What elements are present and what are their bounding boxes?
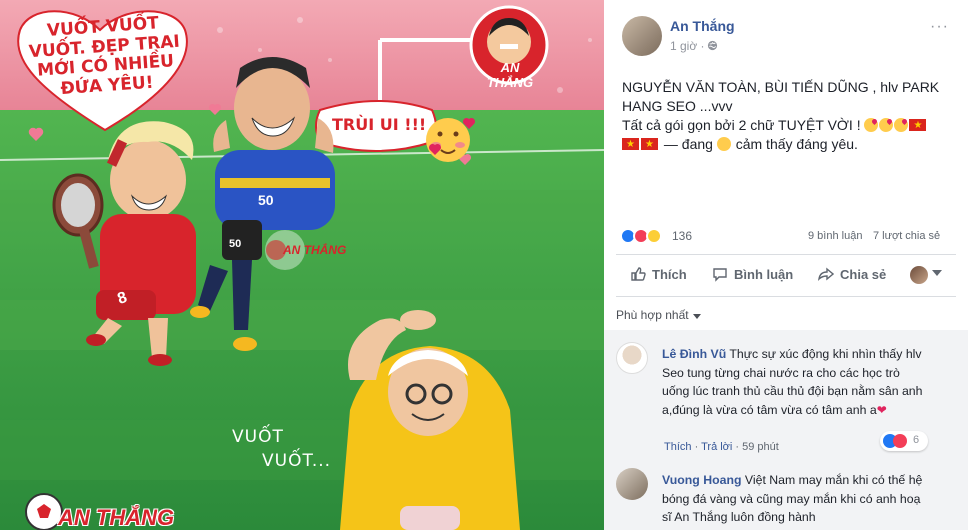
- more-options-icon[interactable]: ···: [930, 18, 949, 36]
- vietnam-flag-icon: [909, 116, 927, 135]
- feeling-line: — đang cảm thấy đáng yêu.: [622, 135, 958, 154]
- post-panel: An Thắng 1 giờ · ··· NGUYỄN VĂN TOÀN, BÙ…: [604, 0, 968, 530]
- artist-badge-text: AN THẮNG: [486, 60, 534, 90]
- hugging-emoji-icon: [716, 137, 731, 151]
- vuot-caption-line1: VUỐT: [232, 427, 284, 447]
- comment-body: Vuong Hoang Việt Nam may mắn khi có thế …: [662, 471, 932, 527]
- comment-avatar[interactable]: [616, 342, 648, 374]
- vuot-caption-line2: VUỐT...: [262, 451, 332, 471]
- comment-time[interactable]: 59 phút: [742, 441, 779, 453]
- divider: [616, 254, 956, 255]
- globe-icon: [707, 40, 718, 51]
- comment-like-link[interactable]: Thích: [664, 441, 692, 453]
- facebook-photo-viewer: VUỐT VUỐT VUỐT. ĐẸP TRAI MỚI CÓ NHIỀU ĐỨ…: [0, 0, 968, 530]
- comment-reaction-count: 6: [913, 434, 920, 446]
- reaction-count[interactable]: 136: [672, 229, 692, 243]
- love-reaction-icon: [893, 434, 907, 448]
- like-button[interactable]: Thích: [630, 266, 687, 282]
- logo-text: AN THẮNG: [58, 505, 175, 530]
- comment-button-label: Bình luận: [734, 267, 794, 282]
- divider: [616, 296, 956, 297]
- share-icon: [818, 267, 834, 281]
- cartoon-photo[interactable]: VUỐT VUỐT VUỐT. ĐẸP TRAI MỚI CÓ NHIỀU ĐỨ…: [0, 0, 604, 530]
- comment-avatar[interactable]: [616, 468, 648, 500]
- chevron-down-icon[interactable]: [693, 314, 701, 319]
- comment-reactions[interactable]: 6: [880, 431, 928, 451]
- kiss-emoji-icon: [894, 118, 909, 132]
- share-count[interactable]: 7 lượt chia sẻ: [873, 230, 940, 242]
- vietnam-flag-icon: [641, 135, 658, 154]
- reactions-summary[interactable]: 136 9 bình luận 7 lượt chia sẻ: [620, 228, 952, 248]
- comment-button[interactable]: Bình luận: [712, 266, 793, 282]
- comment-meta: Thích · Trả lời · 59 phút: [664, 441, 779, 453]
- post-text-line3: Tất cả gói gọn bởi 2 chữ TUYỆT VỜI !: [622, 117, 861, 133]
- share-button[interactable]: Chia sẻ: [818, 266, 886, 282]
- like-button-label: Thích: [652, 267, 687, 282]
- chevron-down-icon[interactable]: [932, 270, 942, 276]
- trui-ui-bubble-text: TRÙI UI !!!: [332, 115, 427, 134]
- haha-reaction-icon: [646, 228, 662, 244]
- vietnam-flag-icon: [622, 135, 639, 154]
- feeling-prefix: — đang: [663, 136, 713, 152]
- thumbs-up-icon: [631, 267, 646, 281]
- post-time[interactable]: 1 giờ ·: [670, 39, 705, 53]
- comment-author[interactable]: Vuong Hoang: [662, 473, 741, 487]
- jersey-number-blue: 50: [258, 192, 274, 208]
- post-text-line1: NGUYỄN VĂN TOÀN, BÙI TIẾN DŨNG , hlv PAR…: [622, 79, 940, 95]
- share-button-label: Chia sẻ: [840, 267, 887, 282]
- jersey-number-shorts: 50: [229, 238, 242, 250]
- post-text-line3-row: Tất cả gói gọn bởi 2 chữ TUYỆT VỜI !: [622, 116, 958, 135]
- comment-icon: [713, 268, 727, 282]
- comment-reply-link[interactable]: Trả lời: [701, 441, 732, 453]
- kiss-emoji-icon: [879, 118, 894, 132]
- post-text: NGUYỄN VĂN TOÀN, BÙI TIẾN DŨNG , hlv PAR…: [622, 78, 958, 154]
- comment-count[interactable]: 9 bình luận: [808, 230, 862, 242]
- watermark-text: AN THẮNG: [283, 243, 347, 257]
- author-avatar[interactable]: [622, 16, 662, 56]
- heart-emoji-icon: ❤: [876, 402, 887, 417]
- comment-author[interactable]: Lê Đình Vũ: [662, 347, 726, 361]
- feeling-text: cảm thấy đáng yêu.: [735, 136, 858, 152]
- heart-bubble-text: VUỐT VUỐT VUỐT. ĐẸP TRAI MỚI CÓ NHIỀU ĐỨ…: [28, 13, 181, 99]
- comment-sort-dropdown[interactable]: Phù hợp nhất: [616, 308, 689, 322]
- viewer-avatar[interactable]: [910, 266, 928, 284]
- kiss-emoji-icon: [864, 118, 879, 132]
- post-time-text[interactable]: 1 giờ: [670, 39, 697, 53]
- post-text-line2: HANG SEO ...vvv: [622, 98, 733, 114]
- comment-body: Lê Đình Vũ Thực sự xúc động khi nhìn thấ…: [662, 345, 930, 419]
- author-name[interactable]: An Thắng: [670, 18, 735, 34]
